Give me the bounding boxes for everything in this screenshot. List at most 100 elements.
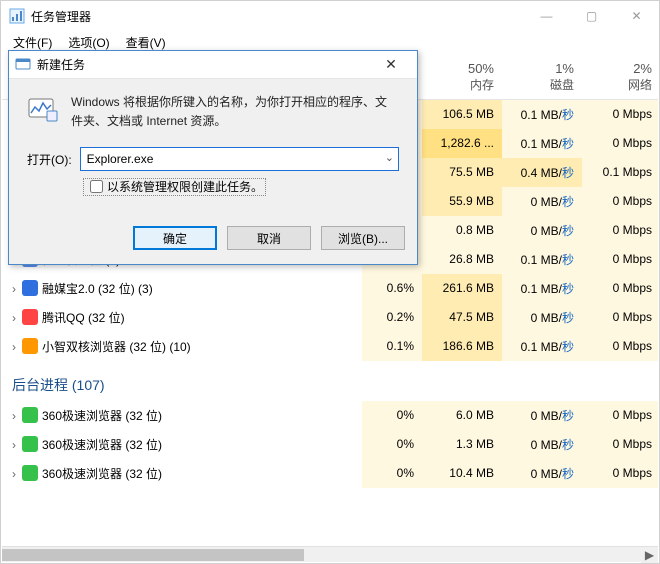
process-icon <box>22 338 38 354</box>
disk-cell: 0.4 MB/秒 <box>502 158 582 187</box>
expand-chevron-icon[interactable]: › <box>12 467 22 481</box>
disk-cell: 0.1 MB/秒 <box>502 129 582 158</box>
process-name-cell[interactable]: › 腾讯QQ (32 位) <box>2 303 362 332</box>
network-cell: 0 Mbps <box>582 129 658 158</box>
process-name-cell[interactable]: › 小智双核浏览器 (32 位) (10) <box>2 332 362 361</box>
process-name-cell[interactable]: › 360极速浏览器 (32 位) <box>2 401 362 430</box>
close-button[interactable]: ✕ <box>614 1 659 31</box>
admin-checkbox-label[interactable]: 以系统管理权限创建此任务。 <box>83 178 266 196</box>
table-row[interactable]: ›腾讯QQ (32 位)0.2%47.5 MB0 MB/秒0 Mbps <box>2 303 658 332</box>
cpu-cell: 0.1% <box>362 332 422 361</box>
table-row[interactable]: ›360极速浏览器 (32 位)0%1.3 MB0 MB/秒0 Mbps <box>2 430 658 459</box>
memory-cell: 55.9 MB <box>422 187 502 216</box>
memory-cell: 75.5 MB <box>422 158 502 187</box>
cancel-button[interactable]: 取消 <box>227 226 311 250</box>
table-row[interactable]: › 小智双核浏览器 (32 位) (10) 0.1%186.6 MB0.1 MB/秒… <box>2 332 658 361</box>
network-cell: 0 Mbps <box>582 216 658 245</box>
dialog-button-row: 确定 取消 浏览(B)... <box>9 216 417 264</box>
col-memory[interactable]: 50%内存 <box>422 53 502 99</box>
process-name: 360极速浏览器 (32 位) <box>42 467 162 481</box>
disk-cell: 0 MB/秒 <box>502 216 582 245</box>
process-icon <box>22 407 38 423</box>
dialog-title: 新建任务 <box>37 56 371 73</box>
browse-button[interactable]: 浏览(B)... <box>321 226 405 250</box>
network-cell: 0 Mbps <box>582 303 658 332</box>
memory-cell: 0.8 MB <box>422 216 502 245</box>
process-icon <box>22 436 38 452</box>
network-cell: 0 Mbps <box>582 99 658 129</box>
cpu-cell: 0% <box>362 430 422 459</box>
disk-cell: 0 MB/秒 <box>502 459 582 488</box>
cpu-cell: 0% <box>362 459 422 488</box>
expand-chevron-icon[interactable]: › <box>12 409 22 423</box>
app-icon <box>9 8 25 24</box>
col-disk[interactable]: 1%磁盘 <box>502 53 582 99</box>
cpu-cell: 0.2% <box>362 303 422 332</box>
network-cell: 0.1 Mbps <box>582 158 658 187</box>
disk-cell: 0 MB/秒 <box>502 187 582 216</box>
memory-cell: 1,282.6 ... <box>422 129 502 158</box>
network-cell: 0 Mbps <box>582 332 658 361</box>
table-row[interactable]: ›融媒宝2.0 (32 位) (3)0.6%261.6 MB0.1 MB/秒0 … <box>2 274 658 303</box>
window-title: 任务管理器 <box>31 8 524 25</box>
network-cell: 0 Mbps <box>582 430 658 459</box>
process-name: 360极速浏览器 (32 位) <box>42 409 162 423</box>
process-name-cell[interactable]: › 360极速浏览器 (32 位) <box>2 430 362 459</box>
cpu-cell: 0% <box>362 401 422 430</box>
memory-cell: 47.5 MB <box>422 303 502 332</box>
admin-checkbox[interactable] <box>90 180 103 193</box>
process-name-cell[interactable]: › 融媒宝2.0 (32 位) (3) <box>2 274 362 303</box>
disk-cell: 0.1 MB/秒 <box>502 245 582 274</box>
cpu-cell: 0.6% <box>362 274 422 303</box>
dialog-body: Windows 将根据你所键入的名称，为你打开相应的程序、文件夹、文档或 Int… <box>9 79 417 216</box>
table-row[interactable]: › 360极速浏览器 (32 位) 0%6.0 MB0 MB/秒0 Mbps <box>2 401 658 430</box>
disk-cell: 0.1 MB/秒 <box>502 99 582 129</box>
scrollbar-thumb[interactable] <box>2 549 304 561</box>
expand-chevron-icon[interactable]: › <box>12 311 22 325</box>
memory-cell: 26.8 MB <box>422 245 502 274</box>
process-icon <box>22 280 38 296</box>
process-name-cell[interactable]: › 360极速浏览器 (32 位) <box>2 459 362 488</box>
disk-cell: 0 MB/秒 <box>502 401 582 430</box>
process-name: 融媒宝2.0 (32 位) (3) <box>42 282 153 296</box>
network-cell: 0 Mbps <box>582 401 658 430</box>
process-group-header[interactable]: 后台进程 (107) <box>2 361 658 401</box>
expand-chevron-icon[interactable]: › <box>12 438 22 452</box>
minimize-button[interactable]: — <box>524 1 569 31</box>
memory-cell: 10.4 MB <box>422 459 502 488</box>
memory-cell: 261.6 MB <box>422 274 502 303</box>
process-icon <box>22 309 38 325</box>
process-name: 腾讯QQ (32 位) <box>42 311 125 325</box>
group-title: 后台进程 (107) <box>2 361 658 401</box>
horizontal-scrollbar[interactable]: ▶ <box>2 546 658 562</box>
table-row[interactable]: › 360极速浏览器 (32 位) 0%10.4 MB0 MB/秒0 Mbps <box>2 459 658 488</box>
expand-chevron-icon[interactable]: › <box>12 340 22 354</box>
network-cell: 0 Mbps <box>582 459 658 488</box>
disk-cell: 0.1 MB/秒 <box>502 274 582 303</box>
run-large-icon <box>27 93 59 125</box>
network-cell: 0 Mbps <box>582 245 658 274</box>
memory-cell: 6.0 MB <box>422 401 502 430</box>
dialog-message: Windows 将根据你所键入的名称，为你打开相应的程序、文件夹、文档或 Int… <box>71 93 399 131</box>
scroll-right-arrow[interactable]: ▶ <box>641 547 658 563</box>
dialog-titlebar[interactable]: 新建任务 ✕ <box>9 51 417 79</box>
dialog-close-button[interactable]: ✕ <box>371 51 411 78</box>
memory-cell: 1.3 MB <box>422 430 502 459</box>
disk-cell: 0.1 MB/秒 <box>502 332 582 361</box>
new-task-dialog: 新建任务 ✕ Windows 将根据你所键入的名称，为你打开相应的程序、文件夹、… <box>8 50 418 265</box>
window-controls: — ▢ ✕ <box>524 1 659 31</box>
memory-cell: 106.5 MB <box>422 99 502 129</box>
col-network[interactable]: 2%网络 <box>582 53 658 99</box>
ok-button[interactable]: 确定 <box>133 226 217 250</box>
maximize-button[interactable]: ▢ <box>569 1 614 31</box>
process-name: 小智双核浏览器 (32 位) (10) <box>42 340 191 354</box>
expand-chevron-icon[interactable]: › <box>12 282 22 296</box>
run-dialog-icon <box>15 57 31 73</box>
process-name: 360极速浏览器 (32 位) <box>42 438 162 452</box>
memory-cell: 186.6 MB <box>422 332 502 361</box>
chevron-down-icon[interactable]: ⌄ <box>385 151 394 164</box>
open-input-value[interactable]: Explorer.exe <box>87 152 154 166</box>
titlebar[interactable]: 任务管理器 — ▢ ✕ <box>1 1 659 31</box>
open-combobox[interactable]: Explorer.exe ⌄ <box>80 147 399 171</box>
open-label: 打开(O): <box>27 151 72 168</box>
